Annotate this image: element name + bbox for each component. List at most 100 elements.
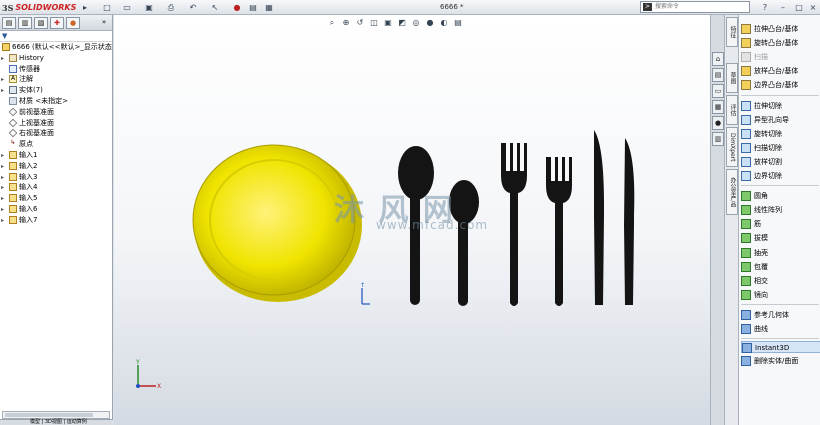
file-explorer-tab-icon[interactable]: ▭: [712, 84, 724, 98]
restore-icon[interactable]: □: [794, 3, 804, 12]
tree-item[interactable]: 前视基准面: [0, 107, 112, 118]
tree-item[interactable]: ▸ 输入6: [0, 204, 112, 215]
close-icon[interactable]: ×: [808, 3, 818, 12]
select-arrow-icon[interactable]: ↖: [210, 3, 220, 12]
scrollbar-thumb[interactable]: [5, 413, 93, 417]
plate-body: [192, 144, 356, 296]
command-button[interactable]: 镜向: [741, 289, 820, 301]
material-icon: [9, 96, 17, 105]
command-button[interactable]: 拉伸切除: [741, 100, 820, 112]
large-fork[interactable]: [501, 143, 527, 306]
sensor-icon: [9, 64, 17, 73]
collapse-arrow-icon[interactable]: ▸: [80, 3, 90, 12]
tree-item[interactable]: 传感器: [0, 64, 112, 75]
command-icon: [741, 66, 751, 77]
command-button[interactable]: 旋转切除: [741, 128, 820, 140]
configuration-manager-tab-icon[interactable]: ▧: [34, 17, 48, 29]
command-button[interactable]: 圆角: [741, 190, 820, 202]
file-properties-icon[interactable]: ▤: [248, 3, 258, 12]
tab-office-products[interactable]: 办公室产品: [726, 169, 738, 215]
tab-features[interactable]: 特征: [726, 17, 738, 47]
property-manager-tab-icon[interactable]: ▥: [18, 17, 32, 29]
rebuild-icon[interactable]: ●: [232, 3, 242, 12]
import-icon: [9, 204, 17, 213]
print-icon[interactable]: ⎙: [166, 3, 176, 12]
custom-properties-tab-icon[interactable]: ▥: [712, 132, 724, 146]
search-commands-input[interactable]: > 搜索命令: [640, 1, 750, 13]
options-icon[interactable]: ▦: [264, 3, 274, 12]
watermark-url: www.mfcad.com: [376, 218, 489, 232]
command-button[interactable]: 边界凸台/基体: [741, 79, 820, 91]
command-button[interactable]: 筋: [741, 218, 820, 230]
plane-icon: [8, 118, 18, 127]
command-button[interactable]: 抽壳: [741, 247, 820, 259]
command-icon: [741, 156, 751, 167]
command-button[interactable]: 删除实体/曲面: [741, 355, 820, 367]
command-button[interactable]: 相交: [741, 275, 820, 287]
tree-root[interactable]: 6666 (默认<<默认>_显示状态: [0, 42, 112, 53]
tab-evaluate[interactable]: 评估: [726, 95, 738, 125]
open-folder-icon[interactable]: ▭: [122, 3, 132, 12]
tree-item[interactable]: ▸ A 注解: [0, 74, 112, 85]
command-button[interactable]: 放样凸台/基体: [741, 65, 820, 77]
command-label: 抽壳: [754, 248, 768, 257]
command-button[interactable]: 拉伸凸台/基体: [741, 23, 820, 35]
command-button[interactable]: 旋转凸台/基体: [741, 37, 820, 49]
command-button[interactable]: 扫描切除: [741, 142, 820, 154]
tab-sketch[interactable]: 草图: [726, 63, 738, 93]
command-button[interactable]: 放样切割: [741, 156, 820, 168]
minimize-icon[interactable]: –: [778, 3, 788, 12]
save-icon[interactable]: ▣: [144, 3, 154, 12]
tree-item[interactable]: ▸ 输入2: [0, 161, 112, 172]
tree-item[interactable]: ▸ 实体(7): [0, 85, 112, 96]
expand-arrow-icon[interactable]: ▸: [1, 216, 4, 227]
command-button[interactable]: 边界切除: [741, 170, 820, 182]
command-icon: [741, 289, 751, 300]
command-manager-panel: 拉伸凸台/基体 旋转凸台/基体 扫描放样凸台/基体 边界凸台/基体 拉伸切除异型孔向导旋…: [738, 15, 820, 425]
tree-item[interactable]: ▸ History: [0, 53, 112, 64]
help-icon[interactable]: ?: [760, 3, 770, 12]
tree-item[interactable]: ↳ 原点: [0, 139, 112, 150]
view-palette-tab-icon[interactable]: ▦: [712, 100, 724, 114]
command-icon: [741, 80, 751, 91]
command-button[interactable]: 曲线: [741, 323, 820, 335]
undo-icon[interactable]: ↶: [188, 3, 198, 12]
command-button[interactable]: 包覆: [741, 261, 820, 273]
horizontal-scrollbar[interactable]: [2, 411, 110, 419]
tree-item[interactable]: ▸ 输入7: [0, 215, 112, 226]
bottom-tabs[interactable]: 模型 | 3D视图 | 运动算例: [0, 419, 113, 425]
command-icon: [741, 324, 751, 334]
tree-item[interactable]: 右视基准面: [0, 128, 112, 139]
tree-item[interactable]: 材质 <未指定>: [0, 96, 112, 107]
dimxpert-manager-tab-icon[interactable]: ✚: [50, 17, 64, 29]
tab-dimxpert[interactable]: DimXpert: [726, 127, 738, 167]
design-library-tab-icon[interactable]: ▤: [712, 68, 724, 82]
command-button[interactable]: 拔模: [741, 232, 820, 244]
tree-item[interactable]: ▸ 输入1: [0, 150, 112, 161]
large-knife[interactable]: [594, 130, 604, 305]
command-button[interactable]: 异型孔向导: [741, 114, 820, 126]
command-button[interactable]: Instant3D: [741, 341, 820, 354]
command-button[interactable]: 扫描: [741, 51, 820, 63]
command-label: 圆角: [754, 192, 768, 201]
feature-manager-panel: ▤ ▥ ▧ ✚ ● » ▼ 6666 (默认<<默认>_显示状态 ▸ Histor…: [0, 15, 113, 425]
small-knife[interactable]: [624, 138, 635, 305]
appearances-tab-icon[interactable]: ●: [712, 116, 724, 130]
small-fork[interactable]: [546, 157, 572, 306]
filter-icon[interactable]: ▼: [0, 31, 112, 42]
command-button[interactable]: 线性阵列: [741, 204, 820, 216]
command-button[interactable]: 参考几何体: [741, 309, 820, 321]
new-document-icon[interactable]: □: [102, 3, 112, 12]
solidworks-resources-tab-icon[interactable]: ⌂: [712, 52, 724, 66]
feature-tree-items: ▸ History 传感器 ▸ A 注解 ▸ 实体(7) 材质 <未指定> 前视基准面 上视基准面右…: [0, 53, 112, 226]
solid-bodies-icon: [9, 86, 17, 95]
tree-item[interactable]: 上视基准面: [0, 118, 112, 129]
tree-item[interactable]: ▸ 输入4: [0, 182, 112, 193]
feature-manager-tab-icon[interactable]: ▤: [2, 17, 16, 29]
display-manager-tab-icon[interactable]: ●: [66, 17, 80, 29]
solidworks-logo[interactable]: 3S SOLIDWORKS: [2, 2, 76, 13]
tree-item[interactable]: ▸ 输入5: [0, 193, 112, 204]
tree-item[interactable]: ▸ 输入3: [0, 172, 112, 183]
graphics-area[interactable]: ⌕ ⊕ ↺ ◫ ▣ ◩ ◎ ● ◐ ▤ ↑ Y X 沐 风 网 www.mfca…: [114, 15, 710, 425]
expand-chevron-icon[interactable]: »: [97, 17, 111, 29]
